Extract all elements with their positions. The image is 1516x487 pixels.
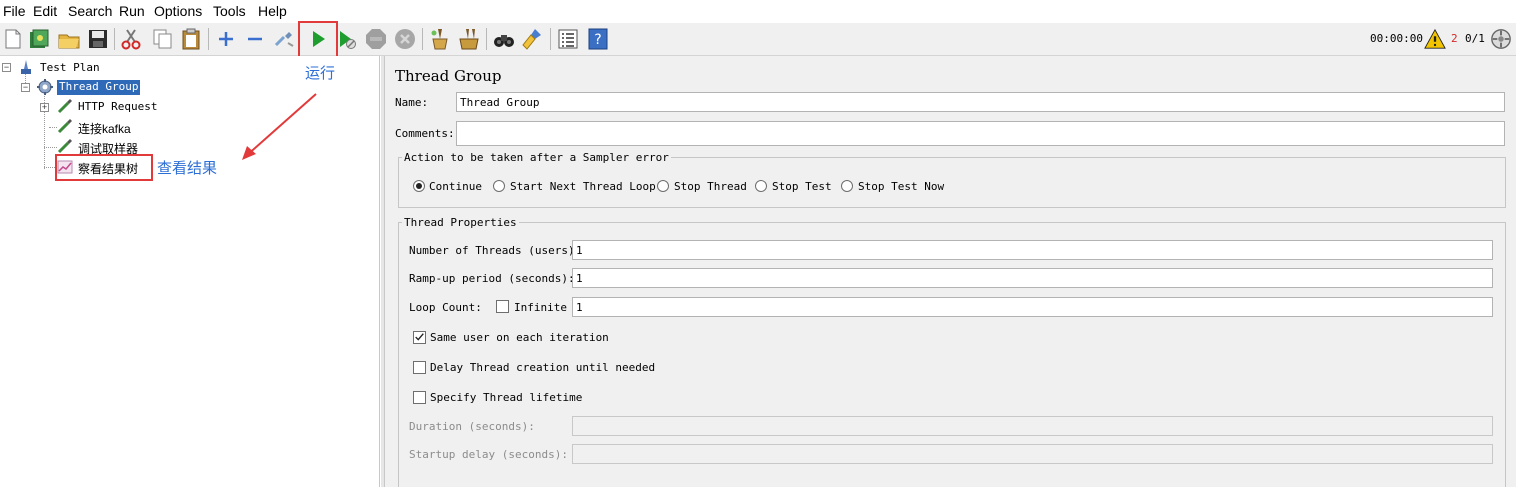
ramp-up-period-field[interactable]: 1	[572, 268, 1493, 288]
same-user-checkbox[interactable]	[413, 331, 426, 344]
name-field[interactable]: Thread Group	[456, 92, 1505, 112]
radio-start-next-thread-loop-label[interactable]: Start Next Thread Loop	[510, 180, 656, 193]
collapse-icon[interactable]	[243, 27, 267, 51]
function-helper-icon[interactable]	[556, 27, 580, 51]
radio-stop-thread-label[interactable]: Stop Thread	[674, 180, 747, 193]
reset-search-icon[interactable]	[521, 27, 545, 51]
loop-count-field[interactable]: 1	[572, 297, 1493, 317]
radio-start-next-thread-loop[interactable]	[493, 180, 505, 192]
test-plan-icon	[18, 59, 34, 75]
test-plan-tree: − Test Plan − Thread Group + HTTP Reques…	[0, 56, 380, 487]
start-no-pauses-icon[interactable]	[335, 27, 359, 51]
tree-node-http-request[interactable]: HTTP Request	[78, 100, 157, 113]
specify-thread-lifetime-label[interactable]: Specify Thread lifetime	[430, 391, 582, 404]
warning-icon[interactable]	[1424, 28, 1446, 50]
elapsed-timer: 00:00:00	[1370, 32, 1423, 45]
clear-all-icon[interactable]	[457, 27, 481, 51]
thread-group-config-panel: Thread Group Name: Thread Group Comments…	[384, 56, 1516, 487]
menu-tools[interactable]: Tools	[213, 3, 246, 19]
ramp-up-period-label: Ramp-up period (seconds):	[409, 272, 575, 285]
clear-icon[interactable]	[428, 27, 452, 51]
search-icon[interactable]	[492, 27, 516, 51]
radio-stop-test-now[interactable]	[841, 180, 853, 192]
http-request-expand-toggle[interactable]: +	[40, 103, 49, 112]
cut-icon[interactable]	[119, 27, 143, 51]
copy-icon[interactable]	[150, 27, 174, 51]
radio-continue-label[interactable]: Continue	[429, 180, 482, 193]
same-user-label[interactable]: Same user on each iteration	[430, 331, 609, 344]
help-icon[interactable]: ?	[586, 27, 610, 51]
shutdown-icon[interactable]	[393, 27, 417, 51]
menu-file[interactable]: File	[3, 3, 26, 19]
stop-icon[interactable]	[364, 27, 388, 51]
menu-help[interactable]: Help	[258, 3, 287, 19]
startup-delay-label: Startup delay (seconds):	[409, 448, 568, 461]
toggle-icon[interactable]	[272, 27, 296, 51]
view-results-annotation: 查看结果	[157, 160, 218, 177]
comments-label: Comments:	[395, 127, 455, 140]
menu-bar: File Edit Search Run Options Tools Help	[0, 0, 1516, 23]
sampler-pipette-icon	[57, 138, 73, 154]
radio-stop-test-now-label[interactable]: Stop Test Now	[858, 180, 944, 193]
number-of-threads-label: Number of Threads (users):	[409, 244, 582, 257]
sampler-pipette-icon	[57, 98, 73, 114]
duration-field[interactable]	[572, 416, 1493, 436]
menu-run[interactable]: Run	[119, 3, 145, 19]
page-title: Thread Group	[395, 67, 502, 85]
menu-edit[interactable]: Edit	[33, 3, 57, 19]
delay-thread-creation-label[interactable]: Delay Thread creation until needed	[430, 361, 655, 374]
checkmark-icon	[415, 333, 424, 341]
svg-text:?: ?	[594, 32, 601, 48]
number-of-threads-field[interactable]: 1	[572, 240, 1493, 260]
infinite-checkbox-label[interactable]: Infinite	[514, 301, 567, 314]
thread-properties-legend: Thread Properties	[402, 216, 519, 229]
save-icon[interactable]	[86, 27, 110, 51]
radio-continue[interactable]	[413, 180, 425, 192]
open-icon[interactable]	[57, 27, 81, 51]
sampler-error-action-legend: Action to be taken after a Sampler error	[402, 151, 671, 164]
annotation-arrow	[242, 93, 317, 160]
startup-delay-field[interactable]	[572, 444, 1493, 464]
name-label: Name:	[395, 96, 429, 109]
templates-icon[interactable]	[27, 27, 51, 51]
result-tree-highlight-box	[55, 154, 153, 181]
delay-thread-creation-checkbox[interactable]	[413, 361, 426, 374]
run-highlight-box	[298, 21, 338, 59]
radio-stop-thread[interactable]	[657, 180, 669, 192]
new-icon[interactable]	[1, 27, 25, 51]
comments-field[interactable]	[456, 121, 1505, 146]
loop-count-label: Loop Count:	[409, 301, 482, 314]
thread-group-gear-icon	[37, 79, 53, 95]
toolbar: ? 00:00:00 2 0/1	[0, 23, 1516, 56]
paste-icon[interactable]	[179, 27, 203, 51]
tree-node-thread-group[interactable]: Thread Group	[57, 80, 141, 95]
active-threads: 0/1	[1465, 32, 1485, 45]
run-annotation: 运行	[305, 65, 336, 82]
radio-stop-test-label[interactable]: Stop Test	[772, 180, 832, 193]
duration-label: Duration (seconds):	[409, 420, 535, 433]
infinite-checkbox[interactable]	[496, 300, 509, 313]
menu-options[interactable]: Options	[154, 3, 202, 19]
tree-node-test-plan[interactable]: Test Plan	[40, 61, 100, 74]
remote-status-icon	[1490, 28, 1512, 50]
error-count: 2	[1451, 32, 1458, 45]
menu-search[interactable]: Search	[68, 3, 112, 19]
tree-node-kafka[interactable]: 连接kafka	[78, 120, 131, 137]
radio-stop-test[interactable]	[755, 180, 767, 192]
thread-group-collapse-toggle[interactable]: −	[21, 83, 30, 92]
test-plan-collapse-toggle[interactable]: −	[2, 63, 11, 72]
expand-icon[interactable]	[214, 27, 238, 51]
specify-thread-lifetime-checkbox[interactable]	[413, 391, 426, 404]
sampler-pipette-icon	[57, 118, 73, 134]
